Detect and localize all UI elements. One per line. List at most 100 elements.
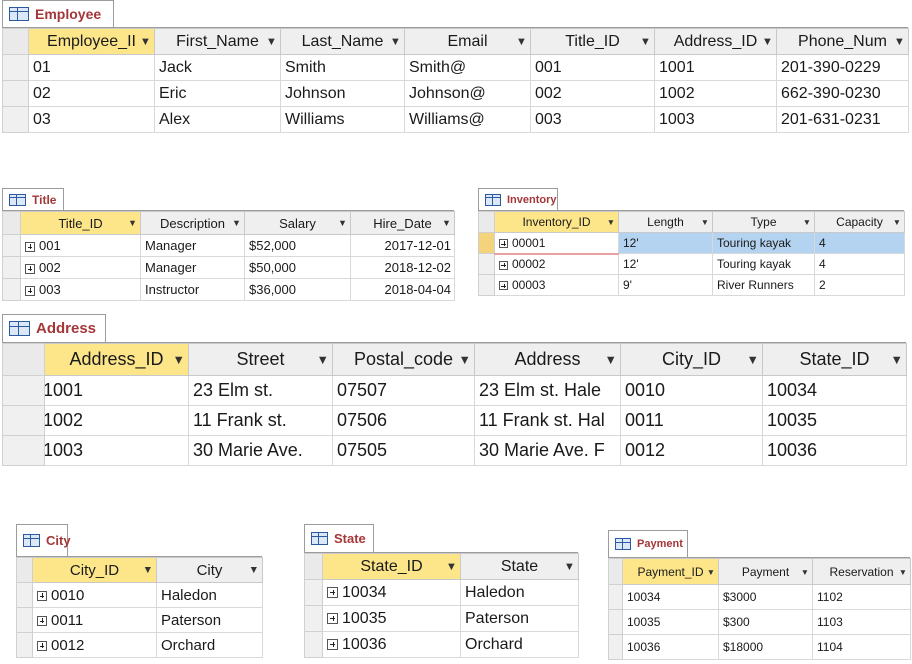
select-all-corner[interactable] bbox=[2, 343, 45, 376]
column-header-state-id[interactable]: State_ID ▼ bbox=[762, 343, 907, 376]
cell[interactable]: 07505 bbox=[332, 435, 475, 466]
dropdown-arrow-icon[interactable]: ▼ bbox=[338, 218, 347, 228]
cell[interactable]: Manager bbox=[140, 256, 245, 279]
cell[interactable]: 2018-04-04 bbox=[350, 278, 455, 301]
cell[interactable]: Eric bbox=[154, 80, 281, 107]
cell[interactable]: 1001 bbox=[44, 375, 189, 406]
cell[interactable]: Paterson bbox=[460, 605, 579, 632]
dropdown-arrow-icon[interactable]: ▼ bbox=[173, 353, 185, 367]
expand-plus-icon[interactable] bbox=[25, 285, 35, 296]
expand-plus-icon[interactable] bbox=[327, 638, 338, 650]
cell[interactable]: $52,000 bbox=[244, 234, 351, 257]
column-header-title-id[interactable]: Title_ID ▼ bbox=[20, 211, 141, 235]
cell[interactable]: 002 bbox=[20, 256, 141, 279]
expand-plus-icon[interactable] bbox=[499, 239, 508, 249]
table-row[interactable]: 1002 11 Frank st. 07506 11 Frank st. Hal… bbox=[2, 405, 907, 436]
cell[interactable]: Johnson@ bbox=[404, 80, 531, 107]
cell[interactable]: 30 Marie Ave. F bbox=[474, 435, 621, 466]
table-row[interactable]: 10035 Paterson bbox=[304, 605, 579, 632]
row-selector[interactable] bbox=[2, 234, 21, 257]
table-row[interactable]: 002 Manager $50,000 2018-12-02 bbox=[2, 256, 455, 279]
cell[interactable]: Williams@ bbox=[404, 106, 531, 133]
column-header-address-id[interactable]: Address_ID ▼ bbox=[44, 343, 189, 376]
cell[interactable]: 2 bbox=[814, 274, 905, 296]
select-all-corner[interactable] bbox=[2, 211, 21, 235]
cell[interactable]: 0010 bbox=[620, 375, 763, 406]
row-selector[interactable] bbox=[608, 609, 623, 635]
table-row[interactable]: 10034 Haledon bbox=[304, 579, 579, 606]
cell[interactable]: 03 bbox=[28, 106, 155, 133]
table-row[interactable]: 10036 $18000 1104 bbox=[608, 634, 911, 660]
table-row[interactable]: 1001 23 Elm st. 07507 23 Elm st. Hale 00… bbox=[2, 375, 907, 406]
cell[interactable]: 02 bbox=[28, 80, 155, 107]
dropdown-arrow-icon[interactable]: ▼ bbox=[801, 567, 809, 577]
dropdown-arrow-icon[interactable]: ▼ bbox=[701, 217, 709, 227]
row-selector[interactable] bbox=[16, 632, 33, 658]
cell[interactable]: 10035 bbox=[762, 405, 907, 436]
select-all-corner[interactable] bbox=[16, 557, 33, 583]
column-header-inventory-id[interactable]: Inventory_ID ▼ bbox=[494, 211, 619, 233]
table-row[interactable]: 1003 30 Marie Ave. 07505 30 Marie Ave. F… bbox=[2, 435, 907, 466]
cell[interactable]: $300 bbox=[718, 609, 813, 635]
table-row[interactable]: 0012 Orchard bbox=[16, 632, 263, 658]
cell[interactable]: Haledon bbox=[460, 579, 579, 606]
cell[interactable]: 0010 bbox=[32, 582, 157, 608]
row-selector[interactable] bbox=[16, 607, 33, 633]
cell[interactable]: 0012 bbox=[620, 435, 763, 466]
column-header-capacity[interactable]: Capacity ▼ bbox=[814, 211, 905, 233]
dropdown-arrow-icon[interactable]: ▼ bbox=[747, 353, 759, 367]
state-tab[interactable]: State bbox=[304, 524, 374, 552]
cell[interactable]: Jack bbox=[154, 54, 281, 81]
dropdown-arrow-icon[interactable]: ▼ bbox=[891, 353, 903, 367]
column-header-length[interactable]: Length ▼ bbox=[618, 211, 713, 233]
row-selector[interactable] bbox=[2, 405, 45, 436]
cell[interactable]: 003 bbox=[530, 106, 655, 133]
cell[interactable]: 1104 bbox=[812, 634, 911, 660]
expand-plus-icon[interactable] bbox=[327, 586, 338, 598]
cell[interactable]: 0011 bbox=[620, 405, 763, 436]
cell[interactable]: Williams bbox=[280, 106, 405, 133]
dropdown-arrow-icon[interactable]: ▼ bbox=[459, 353, 471, 367]
cell[interactable]: Haledon bbox=[156, 582, 263, 608]
row-selector[interactable] bbox=[2, 256, 21, 279]
cell[interactable]: $36,000 bbox=[244, 278, 351, 301]
table-row[interactable]: 02 Eric Johnson Johnson@ 002 1002 662-39… bbox=[2, 80, 909, 107]
column-header-first-name[interactable]: First_Name ▼ bbox=[154, 28, 281, 55]
dropdown-arrow-icon[interactable]: ▼ bbox=[317, 353, 329, 367]
cell[interactable]: 001 bbox=[20, 234, 141, 257]
column-header-state-id[interactable]: State_ID ▼ bbox=[322, 553, 461, 580]
cell[interactable]: 10035 bbox=[322, 605, 461, 632]
cell[interactable]: 10036 bbox=[322, 631, 461, 658]
column-header-address[interactable]: Address ▼ bbox=[474, 343, 621, 376]
cell[interactable]: 12' bbox=[618, 253, 713, 275]
address-tab[interactable]: Address bbox=[2, 314, 106, 342]
table-row[interactable]: 01 Jack Smith Smith@ 001 1001 201-390-02… bbox=[2, 54, 909, 81]
column-header-employee-id[interactable]: Employee_II ▼ bbox=[28, 28, 155, 55]
table-row[interactable]: 00003 9' River Runners 2 bbox=[478, 274, 905, 296]
payment-tab[interactable]: Payment bbox=[608, 530, 688, 557]
dropdown-arrow-icon[interactable]: ▼ bbox=[605, 353, 617, 367]
row-selector[interactable] bbox=[2, 278, 21, 301]
cell[interactable]: Manager bbox=[140, 234, 245, 257]
expand-plus-icon[interactable] bbox=[327, 612, 338, 624]
table-row[interactable]: 10036 Orchard bbox=[304, 631, 579, 658]
cell[interactable]: 07506 bbox=[332, 405, 475, 436]
cell[interactable]: 23 Elm st. Hale bbox=[474, 375, 621, 406]
cell[interactable]: 00002 bbox=[494, 253, 619, 275]
column-header-city[interactable]: City ▼ bbox=[156, 557, 263, 583]
cell[interactable]: 1002 bbox=[654, 80, 777, 107]
expand-plus-icon[interactable] bbox=[499, 281, 508, 291]
row-selector[interactable] bbox=[478, 232, 495, 254]
inventory-tab[interactable]: Inventory bbox=[478, 188, 558, 210]
cell[interactable]: 1102 bbox=[812, 584, 911, 610]
row-selector[interactable] bbox=[16, 582, 33, 608]
cell[interactable]: 10036 bbox=[762, 435, 907, 466]
column-header-payment-id[interactable]: Payment_ID ▼ bbox=[622, 558, 719, 585]
cell[interactable]: 30 Marie Ave. bbox=[188, 435, 333, 466]
column-header-street[interactable]: Street ▼ bbox=[188, 343, 333, 376]
expand-plus-icon[interactable] bbox=[499, 260, 508, 270]
cell[interactable]: 201-390-0229 bbox=[776, 54, 909, 81]
column-header-payment[interactable]: Payment ▼ bbox=[718, 558, 813, 585]
dropdown-arrow-icon[interactable]: ▼ bbox=[249, 564, 259, 576]
row-selector[interactable] bbox=[304, 605, 323, 632]
